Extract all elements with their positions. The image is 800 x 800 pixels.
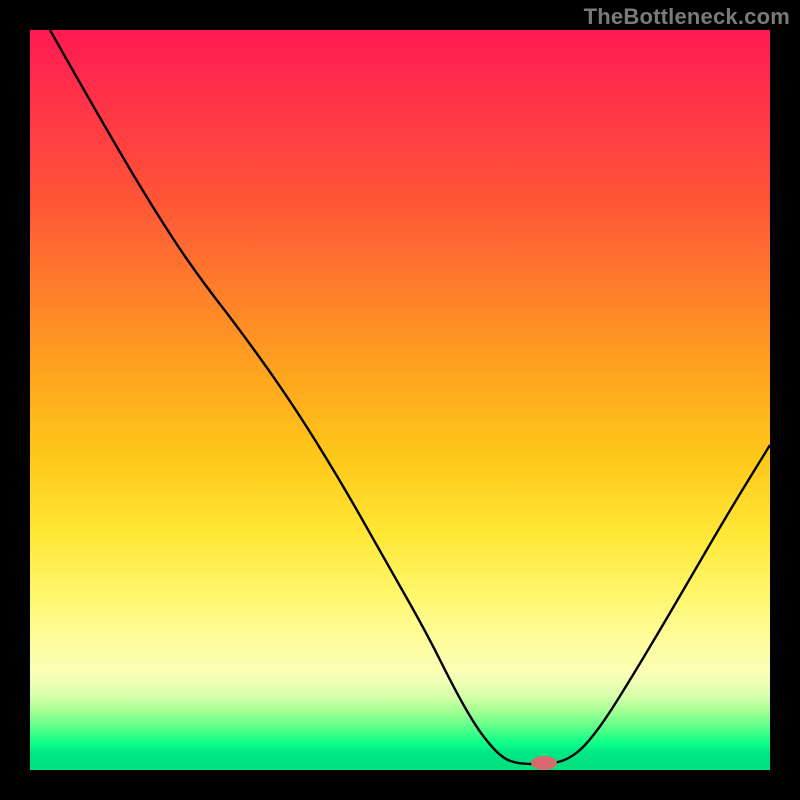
optimal-point-marker <box>531 756 557 770</box>
chart-frame: TheBottleneck.com <box>0 0 800 800</box>
chart-svg <box>30 30 770 770</box>
plot-area <box>30 30 770 770</box>
watermark-text: TheBottleneck.com <box>584 4 790 30</box>
bottleneck-curve <box>50 30 770 764</box>
